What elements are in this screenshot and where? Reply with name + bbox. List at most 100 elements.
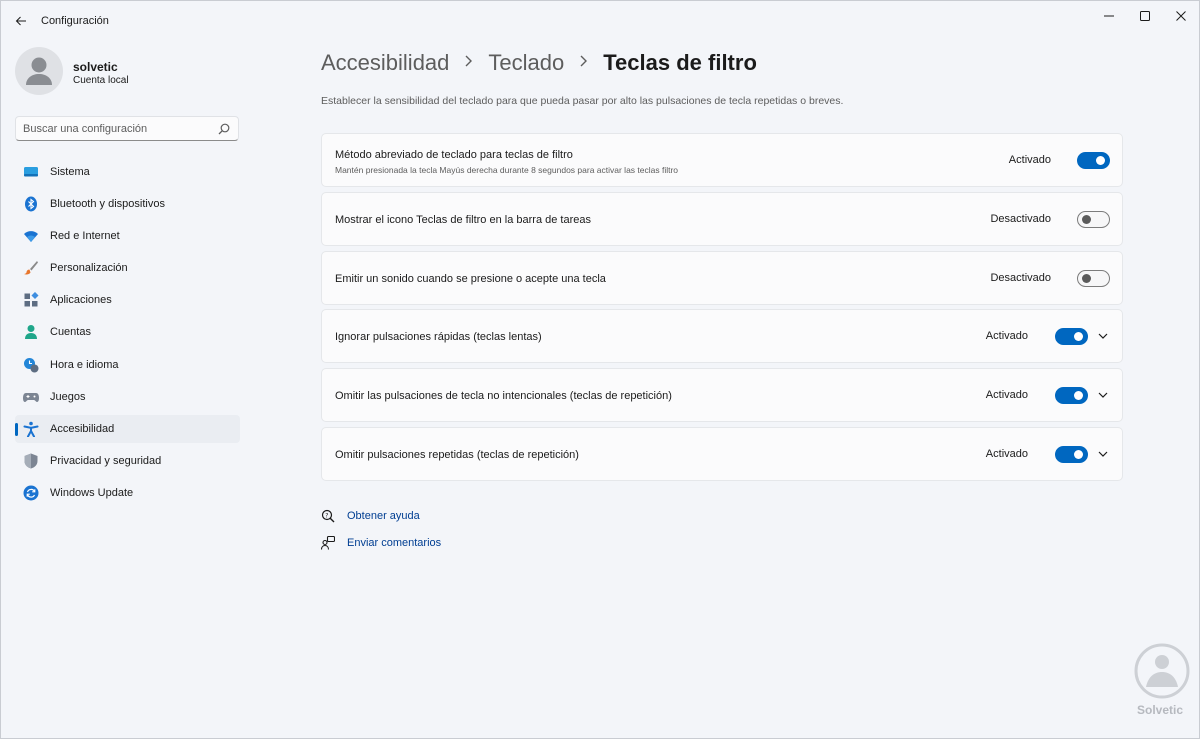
search-input[interactable] xyxy=(23,120,213,138)
sidebar-item-label: Accesibilidad xyxy=(50,422,115,435)
page-description: Establecer la sensibilidad del teclado p… xyxy=(321,95,844,107)
repeat-keys-toggle[interactable] xyxy=(1055,446,1088,463)
minimize-icon xyxy=(1104,15,1114,17)
svg-text:?: ? xyxy=(325,512,328,519)
setting-card-shortcut: Método abreviado de teclado para teclas … xyxy=(321,133,1123,187)
solvetic-logo xyxy=(1134,643,1190,699)
settings-window: Configuración solvetic Cuenta local Busc… xyxy=(0,0,1200,739)
sidebar-item-label: Juegos xyxy=(50,390,86,403)
sidebar-item-cuentas[interactable]: Cuentas xyxy=(15,318,240,346)
sidebar-nav: Sistema Bluetooth y dispositivos Red e I… xyxy=(15,158,240,511)
brush-icon xyxy=(23,260,39,276)
breadcrumb-accesibilidad[interactable]: Accesibilidad xyxy=(321,50,449,76)
setting-title: Mostrar el icono Teclas de filtro en la … xyxy=(335,214,591,226)
sidebar-item-personalizacion[interactable]: Personalización xyxy=(15,254,240,282)
sidebar-item-bluetooth[interactable]: Bluetooth y dispositivos xyxy=(15,190,240,218)
setting-card-bounce-keys[interactable]: Omitir las pulsaciones de tecla no inten… xyxy=(321,368,1123,422)
chevron-down-icon[interactable] xyxy=(1097,330,1109,342)
setting-title: Método abreviado de teclado para teclas … xyxy=(335,149,573,161)
sidebar-item-sistema[interactable]: Sistema xyxy=(15,158,240,186)
maximize-button[interactable] xyxy=(1125,1,1165,31)
chevron-down-icon[interactable] xyxy=(1097,389,1109,401)
feedback-link-label[interactable]: Enviar comentarios xyxy=(347,537,441,549)
sidebar-item-label: Cuentas xyxy=(50,326,91,339)
bounce-keys-toggle[interactable] xyxy=(1055,387,1088,404)
search-box[interactable] xyxy=(15,116,239,141)
setting-title: Ignorar pulsaciones rápidas (teclas lent… xyxy=(335,331,542,343)
sidebar-item-label: Hora e idioma xyxy=(50,358,119,371)
gamepad-icon xyxy=(23,389,39,405)
sidebar-item-label: Windows Update xyxy=(50,486,134,499)
close-button[interactable] xyxy=(1161,1,1199,31)
back-button[interactable] xyxy=(9,9,33,33)
toggle-knob xyxy=(1074,332,1083,341)
setting-subtitle: Mantén presionada la tecla Mayús derecha… xyxy=(335,165,679,175)
profile-name: solvetic xyxy=(73,60,118,74)
bluetooth-icon xyxy=(23,196,39,212)
setting-card-repeat-keys[interactable]: Omitir pulsaciones repetidas (teclas de … xyxy=(321,427,1123,481)
toggle-state-label: Activado xyxy=(985,330,1028,342)
sidebar-item-label: Sistema xyxy=(50,166,90,178)
setting-card-slow-keys[interactable]: Ignorar pulsaciones rápidas (teclas lent… xyxy=(321,309,1123,363)
maximize-icon xyxy=(1140,11,1150,21)
slow-keys-toggle[interactable] xyxy=(1055,328,1088,345)
setting-card-taskbar-icon: Mostrar el icono Teclas de filtro en la … xyxy=(321,192,1123,246)
shield-icon xyxy=(23,453,39,469)
sidebar-item-privacidad[interactable]: Privacidad y seguridad xyxy=(15,447,240,475)
chevron-down-icon[interactable] xyxy=(1097,448,1109,460)
chevron-right-icon xyxy=(464,54,473,72)
toggle-knob xyxy=(1082,274,1091,283)
toggle-state-label: Activado xyxy=(985,389,1028,401)
accessibility-icon xyxy=(23,421,39,437)
close-icon xyxy=(1176,11,1186,21)
sidebar-item-label: Aplicaciones xyxy=(50,294,112,307)
help-link-label[interactable]: Obtener ayuda xyxy=(347,510,420,522)
sidebar-item-windows-update[interactable]: Windows Update xyxy=(15,479,240,507)
apps-icon xyxy=(23,292,39,308)
chevron-right-icon xyxy=(579,54,588,72)
toggle-state-label: Desactivado xyxy=(990,272,1051,284)
toggle-state-label: Desactivado xyxy=(990,213,1051,225)
clock-globe-icon xyxy=(23,357,39,373)
sidebar-item-label: Privacidad y seguridad xyxy=(50,454,162,467)
update-icon xyxy=(23,485,39,501)
help-icon: ? xyxy=(321,509,335,523)
sidebar-item-aplicaciones[interactable]: Aplicaciones xyxy=(15,286,240,314)
breadcrumb: Accesibilidad Teclado Teclas de filtro xyxy=(321,48,757,78)
sidebar-item-label: Red e Internet xyxy=(50,230,120,243)
sound-toggle[interactable] xyxy=(1077,270,1110,287)
sidebar-item-red[interactable]: Red e Internet xyxy=(15,222,240,250)
arrow-left-icon xyxy=(15,16,26,26)
search-icon[interactable] xyxy=(218,123,230,135)
toggle-knob xyxy=(1074,450,1083,459)
page-title: Teclas de filtro xyxy=(603,50,757,75)
watermark-text: Solvetic xyxy=(1137,703,1184,717)
toggle-knob xyxy=(1074,391,1083,400)
account-type: Cuenta local xyxy=(73,75,129,86)
toggle-state-label: Activado xyxy=(985,448,1028,460)
sidebar-item-hora-idioma[interactable]: Hora e idioma xyxy=(15,351,240,379)
feedback-link[interactable]: Enviar comentarios xyxy=(321,536,441,550)
sidebar-item-accesibilidad[interactable]: Accesibilidad xyxy=(15,414,240,443)
setting-title: Omitir pulsaciones repetidas (teclas de … xyxy=(335,449,579,461)
sidebar-item-label: Personalización xyxy=(50,262,128,275)
user-silhouette-icon xyxy=(26,57,52,85)
sidebar-item-juegos[interactable]: Juegos xyxy=(15,383,240,411)
breadcrumb-teclado[interactable]: Teclado xyxy=(488,50,564,76)
toggle-knob xyxy=(1082,215,1091,224)
avatar[interactable] xyxy=(15,47,63,95)
sidebar-item-label: Bluetooth y dispositivos xyxy=(50,198,165,211)
setting-title: Omitir las pulsaciones de tecla no inten… xyxy=(335,390,672,402)
help-link[interactable]: ? Obtener ayuda xyxy=(321,509,420,523)
minimize-button[interactable] xyxy=(1089,1,1129,31)
toggle-state-label: Activado xyxy=(1008,154,1051,166)
app-title: Configuración xyxy=(41,15,109,27)
taskbar-icon-toggle[interactable] xyxy=(1077,211,1110,228)
wifi-icon xyxy=(23,228,39,244)
title-bar: Configuración xyxy=(1,1,1199,41)
shortcut-toggle[interactable] xyxy=(1077,152,1110,169)
feedback-icon xyxy=(321,536,335,550)
system-icon xyxy=(23,164,39,180)
setting-title: Emitir un sonido cuando se presione o ac… xyxy=(335,273,606,285)
toggle-knob xyxy=(1096,156,1105,165)
